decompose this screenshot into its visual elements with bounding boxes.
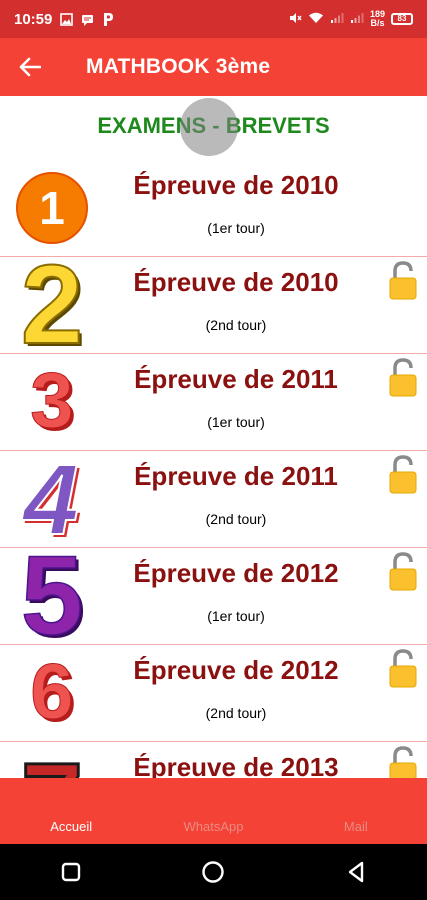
status-bar: 10:59 189 B/s 83: [0, 0, 427, 38]
number-five-icon: 5 5: [10, 532, 94, 661]
exam-title: Épreuve de 2010: [133, 267, 339, 297]
number-two-text: 2: [21, 242, 83, 367]
message-notification-icon: [81, 13, 94, 26]
exam-subtitle: (2nd tour): [205, 511, 267, 527]
number-three-text: 3: [30, 356, 73, 444]
nav-item-accueil[interactable]: Accueil: [0, 778, 142, 844]
exam-title: Épreuve de 2012: [133, 558, 339, 588]
exam-row[interactable]: 5 5 Épreuve de 2012 (1er tour): [0, 532, 427, 661]
exam-subtitle: (1er tour): [207, 220, 265, 236]
signal-icon-2: [350, 12, 364, 26]
recents-button[interactable]: [41, 844, 101, 900]
network-speed: 189 B/s: [370, 10, 385, 28]
touch-ripple: [180, 98, 238, 156]
mute-vibrate-icon: [288, 12, 302, 26]
bottom-navigation: Accueil WhatsApp Mail: [0, 778, 427, 844]
number-six-text: 6: [30, 647, 73, 735]
exam-list: 1 Épreuve de 2010 (1er tour) 2 2 Épreuve…: [0, 160, 427, 778]
p-app-notification-icon: [102, 12, 114, 27]
exam-list-page: EXAMENS - BREVETS 1 Épreuve de 2010 (1er…: [0, 96, 427, 778]
system-navigation-bar: [0, 844, 427, 900]
recents-icon: [61, 862, 81, 882]
exam-row[interactable]: 2 2 Épreuve de 2010 (2nd tour): [0, 241, 427, 370]
wifi-icon: [308, 12, 324, 26]
number-seven-text: 7: [21, 740, 83, 778]
lock-icon: [389, 261, 417, 300]
gallery-notification-icon: [60, 12, 74, 26]
signal-icon-1: [330, 12, 344, 26]
exam-row[interactable]: 7 Épreuve de 2013: [0, 739, 427, 779]
number-four-icon: 4 4: [10, 443, 94, 559]
nav-item-mail[interactable]: Mail: [285, 778, 427, 844]
lock-icon: [389, 358, 417, 397]
number-three-icon: 3 3: [10, 356, 94, 448]
number-two-icon: 2 2: [10, 241, 94, 370]
number-six-icon: 6 6: [10, 647, 94, 739]
number-five-text: 5: [21, 533, 83, 658]
number-seven-icon: 7: [10, 739, 94, 779]
exam-subtitle: (2nd tour): [205, 705, 267, 721]
exam-title: Épreuve de 2012: [133, 655, 339, 685]
exam-title: Épreuve de 2011: [134, 461, 338, 491]
status-right: 189 B/s 83: [288, 10, 413, 28]
back-button[interactable]: [0, 38, 60, 96]
number-one-icon: 1: [10, 164, 94, 252]
exam-title: Épreuve de 2013: [133, 752, 339, 778]
lock-icon: [389, 552, 417, 591]
number-one-text: 1: [39, 182, 65, 234]
exam-row[interactable]: 6 6 Épreuve de 2012 (2nd tour): [0, 645, 427, 742]
lock-icon: [389, 649, 417, 688]
battery-level: 83: [397, 14, 407, 23]
arrow-left-icon: [19, 57, 41, 77]
lock-icon: [389, 746, 417, 778]
home-button[interactable]: [183, 844, 243, 900]
app-title: MATHBOOK 3ème: [86, 55, 271, 78]
battery-icon: 83: [391, 13, 413, 25]
exam-subtitle: (2nd tour): [205, 317, 267, 333]
lock-icon: [389, 455, 417, 494]
exam-row[interactable]: 3 3 Épreuve de 2011 (1er tour): [0, 354, 427, 451]
app-bar: MATHBOOK 3ème: [0, 38, 427, 96]
exam-subtitle: (1er tour): [207, 608, 265, 624]
network-speed-unit: B/s: [370, 18, 385, 28]
exam-subtitle: (1er tour): [207, 414, 265, 430]
status-time: 10:59: [14, 10, 53, 28]
exam-title: Épreuve de 2010: [133, 170, 339, 200]
status-left: 10:59: [14, 11, 114, 28]
nav-item-whatsapp[interactable]: WhatsApp: [142, 778, 284, 844]
triangle-back-icon: [348, 861, 364, 883]
exam-title: Épreuve de 2011: [134, 364, 338, 394]
system-back-button[interactable]: [326, 844, 386, 900]
home-icon: [202, 861, 225, 883]
